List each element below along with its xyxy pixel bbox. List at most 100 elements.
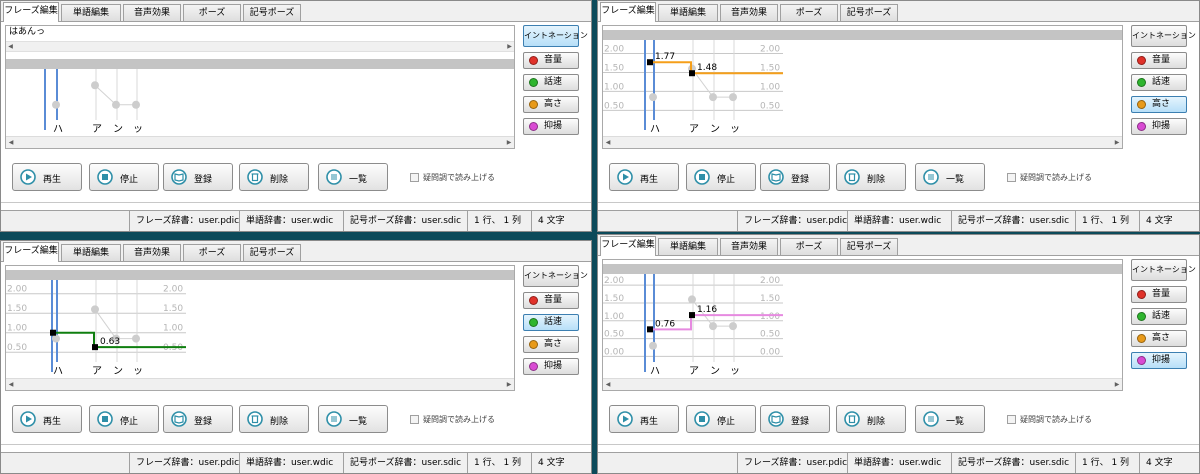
value-handle[interactable] (92, 344, 98, 351)
phoneme-node[interactable] (132, 334, 140, 343)
scroll-right-arrow-icon[interactable]: ▶ (504, 380, 514, 390)
param-button-3[interactable]: 抑揚 (1131, 352, 1187, 369)
checkbox-square[interactable] (410, 415, 419, 424)
register-button[interactable]: 登録 (163, 163, 233, 191)
tab-3[interactable]: ポーズ (183, 244, 241, 261)
tab-4[interactable]: 記号ポーズ (243, 4, 301, 21)
tab-2[interactable]: 音声効果 (123, 4, 181, 21)
phoneme-node[interactable] (52, 334, 60, 343)
tab-1[interactable]: 単語編集 (61, 4, 121, 21)
phoneme-node[interactable] (91, 305, 99, 314)
phoneme-node[interactable] (91, 81, 99, 90)
checkbox-square[interactable] (1007, 173, 1016, 182)
scroll-right-arrow-icon[interactable]: ▶ (1112, 380, 1122, 390)
register-button[interactable]: 登録 (760, 405, 830, 433)
delete-button[interactable]: 削除 (836, 163, 906, 191)
intonation-button[interactable]: イントネーション (523, 265, 588, 287)
scroll-right-arrow-icon[interactable]: ▶ (1112, 138, 1122, 148)
param-button-2[interactable]: 高さ (523, 96, 579, 113)
tab-4[interactable]: 記号ポーズ (840, 238, 898, 255)
list-button[interactable]: 一覧 (318, 163, 388, 191)
register-button[interactable]: 登録 (163, 405, 233, 433)
parameter-graph[interactable]: 2.00 2.00 1.50 1.50 1.00 1.00 0.50 0.50 0.00 0.00… (603, 274, 1122, 377)
tab-4[interactable]: 記号ポーズ (840, 4, 898, 21)
param-button-0[interactable]: 音量 (1131, 52, 1187, 69)
phrase-text-input[interactable]: はあんっ (6, 26, 514, 39)
stop-button[interactable]: 停止 (686, 405, 756, 433)
phoneme-node[interactable] (729, 322, 737, 331)
play-button[interactable]: 再生 (609, 163, 679, 191)
param-button-1[interactable]: 話速 (1131, 74, 1187, 91)
param-button-3[interactable]: 抑揚 (523, 118, 579, 135)
graph-horizontal-scrollbar[interactable]: ◀ ▶ (6, 136, 514, 148)
scroll-left-arrow-icon[interactable]: ◀ (6, 42, 15, 51)
phoneme-node[interactable] (709, 322, 717, 331)
graph-horizontal-scrollbar[interactable]: ◀ ▶ (603, 378, 1122, 390)
value-handle[interactable] (50, 329, 56, 336)
phoneme-node[interactable] (688, 295, 696, 304)
param-button-1[interactable]: 話速 (523, 314, 579, 331)
tab-0[interactable]: フレーズ編集 (3, 2, 59, 22)
param-button-0[interactable]: 音量 (523, 292, 579, 309)
list-button[interactable]: 一覧 (318, 405, 388, 433)
scroll-left-arrow-icon[interactable]: ◀ (603, 380, 613, 390)
param-button-2[interactable]: 高さ (1131, 330, 1187, 347)
scroll-left-arrow-icon[interactable]: ◀ (603, 138, 613, 148)
param-button-3[interactable]: 抑揚 (1131, 118, 1187, 135)
checkbox-square[interactable] (1007, 415, 1016, 424)
tab-2[interactable]: 音声効果 (123, 244, 181, 261)
tab-3[interactable]: ポーズ (183, 4, 241, 21)
parameter-graph[interactable]: ハ アンッ (6, 69, 514, 135)
value-handle[interactable] (647, 59, 653, 66)
delete-button[interactable]: 削除 (836, 405, 906, 433)
param-button-2[interactable]: 高さ (1131, 96, 1187, 113)
tab-0[interactable]: フレーズ編集 (3, 242, 59, 262)
register-button[interactable]: 登録 (760, 163, 830, 191)
parameter-graph[interactable]: 2.00 2.00 1.50 1.50 1.00 1.00 0.50 0.50 0.63 ハ アンッ (6, 280, 514, 377)
tab-2[interactable]: 音声効果 (720, 4, 778, 21)
checkbox-square[interactable] (410, 173, 419, 182)
phoneme-node[interactable] (132, 100, 140, 109)
param-button-1[interactable]: 話速 (1131, 308, 1187, 325)
delete-button[interactable]: 削除 (239, 405, 309, 433)
scroll-left-arrow-icon[interactable]: ◀ (6, 138, 16, 148)
list-button[interactable]: 一覧 (915, 163, 985, 191)
value-handle[interactable] (647, 326, 653, 333)
scroll-right-arrow-icon[interactable]: ▶ (504, 138, 514, 148)
play-button[interactable]: 再生 (12, 405, 82, 433)
phoneme-node[interactable] (649, 341, 657, 350)
tab-2[interactable]: 音声効果 (720, 238, 778, 255)
parameter-graph[interactable]: 2.00 2.00 1.50 1.50 1.00 1.00 0.50 0.50 1.77 1.48… (603, 40, 1122, 135)
tab-1[interactable]: 単語編集 (658, 238, 718, 255)
param-button-1[interactable]: 話速 (523, 74, 579, 91)
graph-horizontal-scrollbar[interactable]: ◀ ▶ (6, 378, 514, 390)
tab-4[interactable]: 記号ポーズ (243, 244, 301, 261)
graph-horizontal-scrollbar[interactable]: ◀ ▶ (603, 136, 1122, 148)
question-tone-checkbox[interactable]: 疑問調で読み上げる (1007, 172, 1092, 183)
phoneme-node[interactable] (112, 100, 120, 109)
param-button-2[interactable]: 高さ (523, 336, 579, 353)
stop-button[interactable]: 停止 (89, 405, 159, 433)
question-tone-checkbox[interactable]: 疑問調で読み上げる (1007, 414, 1092, 425)
list-button[interactable]: 一覧 (915, 405, 985, 433)
value-handle[interactable] (689, 70, 695, 77)
question-tone-checkbox[interactable]: 疑問調で読み上げる (410, 414, 495, 425)
phoneme-node[interactable] (729, 93, 737, 102)
tab-1[interactable]: 単語編集 (61, 244, 121, 261)
delete-button[interactable]: 削除 (239, 163, 309, 191)
stop-button[interactable]: 停止 (89, 163, 159, 191)
tab-3[interactable]: ポーズ (780, 238, 838, 255)
phoneme-node[interactable] (52, 100, 60, 109)
play-button[interactable]: 再生 (12, 163, 82, 191)
tab-0[interactable]: フレーズ編集 (600, 2, 656, 22)
scroll-left-arrow-icon[interactable]: ◀ (6, 380, 16, 390)
value-handle[interactable] (689, 312, 695, 319)
param-button-0[interactable]: 音量 (1131, 286, 1187, 303)
text-horizontal-scrollbar[interactable]: ◀ ▶ (6, 41, 514, 52)
intonation-button[interactable]: イントネーション (523, 25, 588, 47)
param-button-0[interactable]: 音量 (523, 52, 579, 69)
intonation-button[interactable]: イントネーション (1131, 259, 1196, 281)
intonation-button[interactable]: イントネーション (1131, 25, 1196, 47)
play-button[interactable]: 再生 (609, 405, 679, 433)
phoneme-node[interactable] (709, 93, 717, 102)
